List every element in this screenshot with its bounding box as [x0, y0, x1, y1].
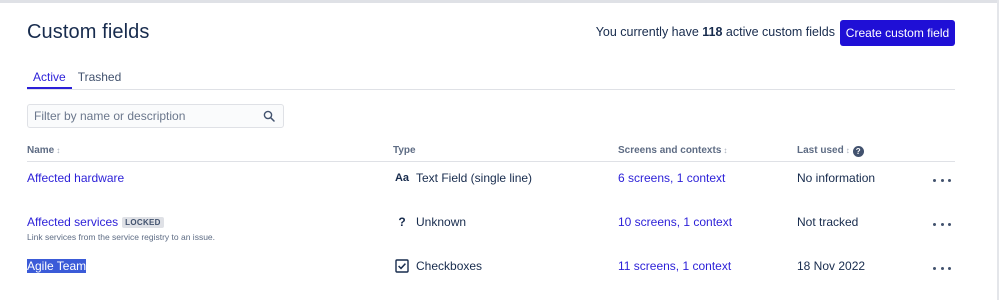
screens-contexts-link[interactable]: 11 screens, 1 context — [618, 259, 731, 273]
tab-active[interactable]: Active — [27, 70, 72, 89]
field-name-link[interactable]: Agile Team — [27, 259, 87, 273]
locked-badge: LOCKED — [122, 217, 164, 228]
search-input[interactable] — [28, 105, 258, 127]
tabs-divider — [27, 89, 955, 90]
field-type: Text Field (single line) — [416, 171, 533, 185]
tab-list: Active Trashed — [27, 70, 127, 89]
last-used: No information — [797, 171, 876, 185]
more-actions-button[interactable] — [933, 262, 951, 274]
sort-icon: ↕ — [723, 146, 728, 155]
column-header-name[interactable]: Name ↕ — [27, 145, 60, 156]
active-count-text: You currently have 118 active custom fie… — [596, 25, 835, 39]
last-used: Not tracked — [797, 215, 859, 229]
top-border — [0, 0, 999, 3]
field-description: Link services from the service registry … — [27, 232, 216, 242]
page-title: Custom fields — [27, 21, 150, 43]
screens-contexts-link[interactable]: 6 screens, 1 context — [618, 171, 725, 185]
column-header-last-used[interactable]: Last used ↕? — [797, 145, 864, 157]
sort-icon: ↕ — [845, 146, 850, 155]
count-suffix: active custom fields — [725, 25, 835, 39]
field-name-link[interactable]: Affected services — [27, 215, 118, 229]
search-box — [27, 104, 284, 128]
field-type: Checkboxes — [416, 259, 483, 273]
screens-contexts-link[interactable]: 10 screens, 1 context — [618, 215, 732, 229]
more-actions-button[interactable] — [933, 174, 951, 186]
column-header-type: Type — [393, 145, 416, 156]
column-header-screens[interactable]: Screens and contexts ↕ — [618, 145, 727, 156]
unknown-icon: ? — [398, 215, 406, 229]
header-divider — [27, 161, 955, 162]
search-icon[interactable] — [263, 110, 275, 122]
field-name-link[interactable]: Affected hardware — [27, 171, 124, 185]
text-field-icon: Aa — [394, 172, 410, 184]
field-type: Unknown — [416, 215, 467, 229]
checkbox-icon — [395, 259, 409, 273]
help-icon[interactable]: ? — [852, 146, 864, 157]
more-actions-button[interactable] — [933, 218, 951, 230]
count-prefix: You currently have — [595, 25, 699, 39]
tab-trashed[interactable]: Trashed — [72, 70, 128, 89]
last-used: 18 Nov 2022 — [797, 259, 866, 273]
create-custom-field-button[interactable]: Create custom field — [840, 20, 955, 46]
count-value: 118 — [702, 25, 723, 39]
sort-icon: ↕ — [56, 146, 61, 155]
